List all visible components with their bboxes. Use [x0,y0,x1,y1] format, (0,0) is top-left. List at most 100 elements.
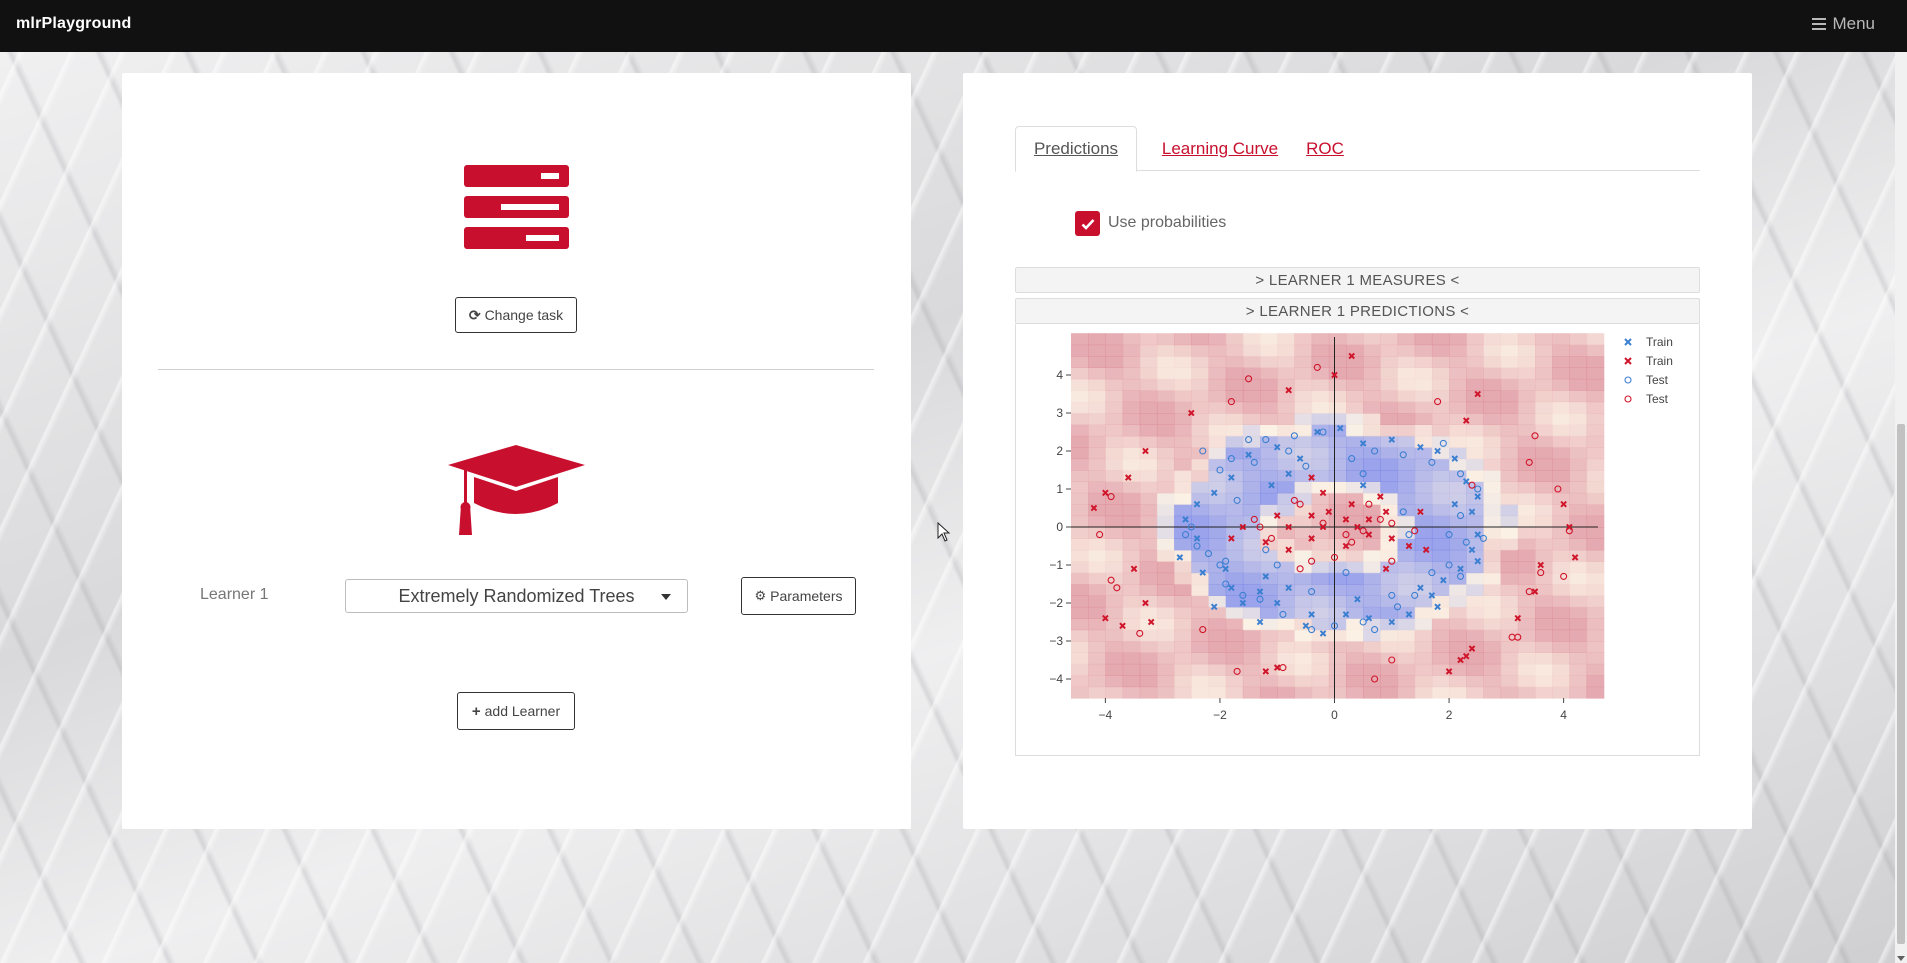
caret-down-icon [661,594,671,600]
add-learner-button[interactable]: + add Learner [457,692,575,730]
heatmap-cell [1191,595,1210,608]
heatmap-cell [1569,663,1588,676]
tab-learning-curve[interactable]: Learning Curve [1158,126,1282,172]
heatmap-cell [1071,413,1089,425]
heatmap-cell [1088,629,1106,642]
heatmap-cell [1242,504,1261,517]
heatmap-cell [1105,344,1124,357]
heatmap-cell [1380,367,1399,380]
heatmap-cell [1071,561,1089,574]
heatmap-cell [1294,549,1313,562]
heatmap-cell [1449,618,1467,631]
heatmap-cell [1414,686,1433,699]
heatmap-cell [1071,470,1089,482]
heatmap-cell [1139,401,1158,414]
y-tick-label: 3 [1056,406,1063,420]
heatmap-cell [1208,652,1227,665]
heatmap-cell [1225,641,1244,653]
heatmap-cell [1500,492,1519,505]
heatmap-cell [1122,401,1141,414]
heatmap-cell [1122,447,1141,460]
predictions-chart[interactable]: −4 −2 0 2 4 4 3 2 1 0 −1 −2 −3 −4 Train Train Test Test [1016,324,1699,754]
use-probabilities-label: Use probabilities [1108,214,1227,231]
heatmap-cell [1122,435,1141,448]
heatmap-cell [1277,652,1295,665]
heatmap-cell [1414,618,1433,631]
scroll-down-arrow-icon[interactable] [1897,956,1905,961]
heatmap-cell [1397,675,1416,688]
heatmap-cell [1242,401,1261,414]
heatmap-cell [1311,447,1330,460]
heatmap-cell [1225,652,1244,665]
tab-roc[interactable]: ROC [1302,126,1348,172]
heatmap-cell [1552,675,1570,688]
heatmap-cell [1294,356,1313,368]
heatmap-cell [1071,333,1089,346]
heatmap-cell [1552,378,1570,391]
heatmap-cell [1466,378,1484,391]
heatmap-cell [1208,481,1227,494]
heatmap-cell [1311,435,1330,448]
heatmap-cell [1363,333,1381,346]
heatmap-cell [1483,504,1502,517]
heatmap-cell [1156,561,1175,574]
heatmap-cell [1586,538,1605,551]
heatmap-cell [1122,641,1141,653]
heatmap-cell [1535,527,1553,539]
heatmap-cell [1380,413,1399,425]
heatmap-cell [1311,595,1330,608]
heatmap-cell [1380,424,1399,437]
page-scrollbar[interactable] [1895,52,1907,963]
heatmap-cell [1500,641,1519,653]
heatmap-cell [1174,641,1192,653]
heatmap-cell [1088,344,1106,357]
heatmap-cell [1139,504,1158,517]
heatmap-cell [1449,390,1467,403]
heatmap-cell [1466,424,1484,437]
predictions-header[interactable]: > LEARNER 1 PREDICTIONS < [1015,298,1700,324]
heatmap-cell [1483,458,1502,471]
heatmap-cell [1311,458,1330,471]
heatmap-cell [1139,549,1158,562]
y-tick-label: −2 [1049,596,1063,610]
heatmap-cell [1156,492,1175,505]
heatmap-cell [1346,492,1364,505]
heatmap-cell [1397,458,1416,471]
change-task-button[interactable]: ⟳ Change task [455,297,577,333]
measures-header[interactable]: > LEARNER 1 MEASURES < [1015,267,1700,293]
scrollbar-thumb[interactable] [1897,424,1905,944]
menu-button[interactable]: Menu [1812,14,1875,34]
heatmap-cell [1586,447,1605,460]
heatmap-cell [1500,458,1519,471]
heatmap-cell [1225,378,1244,391]
parameters-button[interactable]: ⚙ Parameters [741,577,856,615]
heatmap-cell [1466,663,1484,676]
heatmap-cell [1483,595,1502,608]
heatmap-cell [1363,378,1381,391]
brand-logo[interactable]: mlrPlayground [16,15,132,33]
heatmap-cell [1122,606,1141,619]
heatmap-cell [1535,367,1553,380]
y-tick-label: 1 [1056,482,1063,496]
use-probabilities-checkbox[interactable] [1075,211,1100,236]
learner-select[interactable]: Extremely Randomized Trees [345,579,688,613]
heatmap-cell [1156,606,1175,619]
legend-marker [1624,395,1632,403]
heatmap-cell [1294,447,1313,460]
heatmap-cell [1535,686,1553,699]
heatmap-cell [1122,584,1141,596]
heatmap-cell [1414,413,1433,425]
learner-selected-value: Extremely Randomized Trees [398,585,635,606]
change-task-label: Change task [484,307,564,323]
heatmap-cell [1277,344,1295,357]
heatmap-cell [1397,356,1416,368]
heatmap-cell [1174,663,1192,676]
heatmap-cell [1225,435,1244,448]
heatmap-cell [1431,424,1450,437]
heatmap-cell [1208,629,1227,642]
heatmap-cell [1466,333,1484,346]
heatmap-cell [1242,675,1261,688]
tab-predictions[interactable]: Predictions [1015,126,1137,172]
heatmap-cell [1586,344,1605,357]
heatmap-cell [1535,481,1553,494]
